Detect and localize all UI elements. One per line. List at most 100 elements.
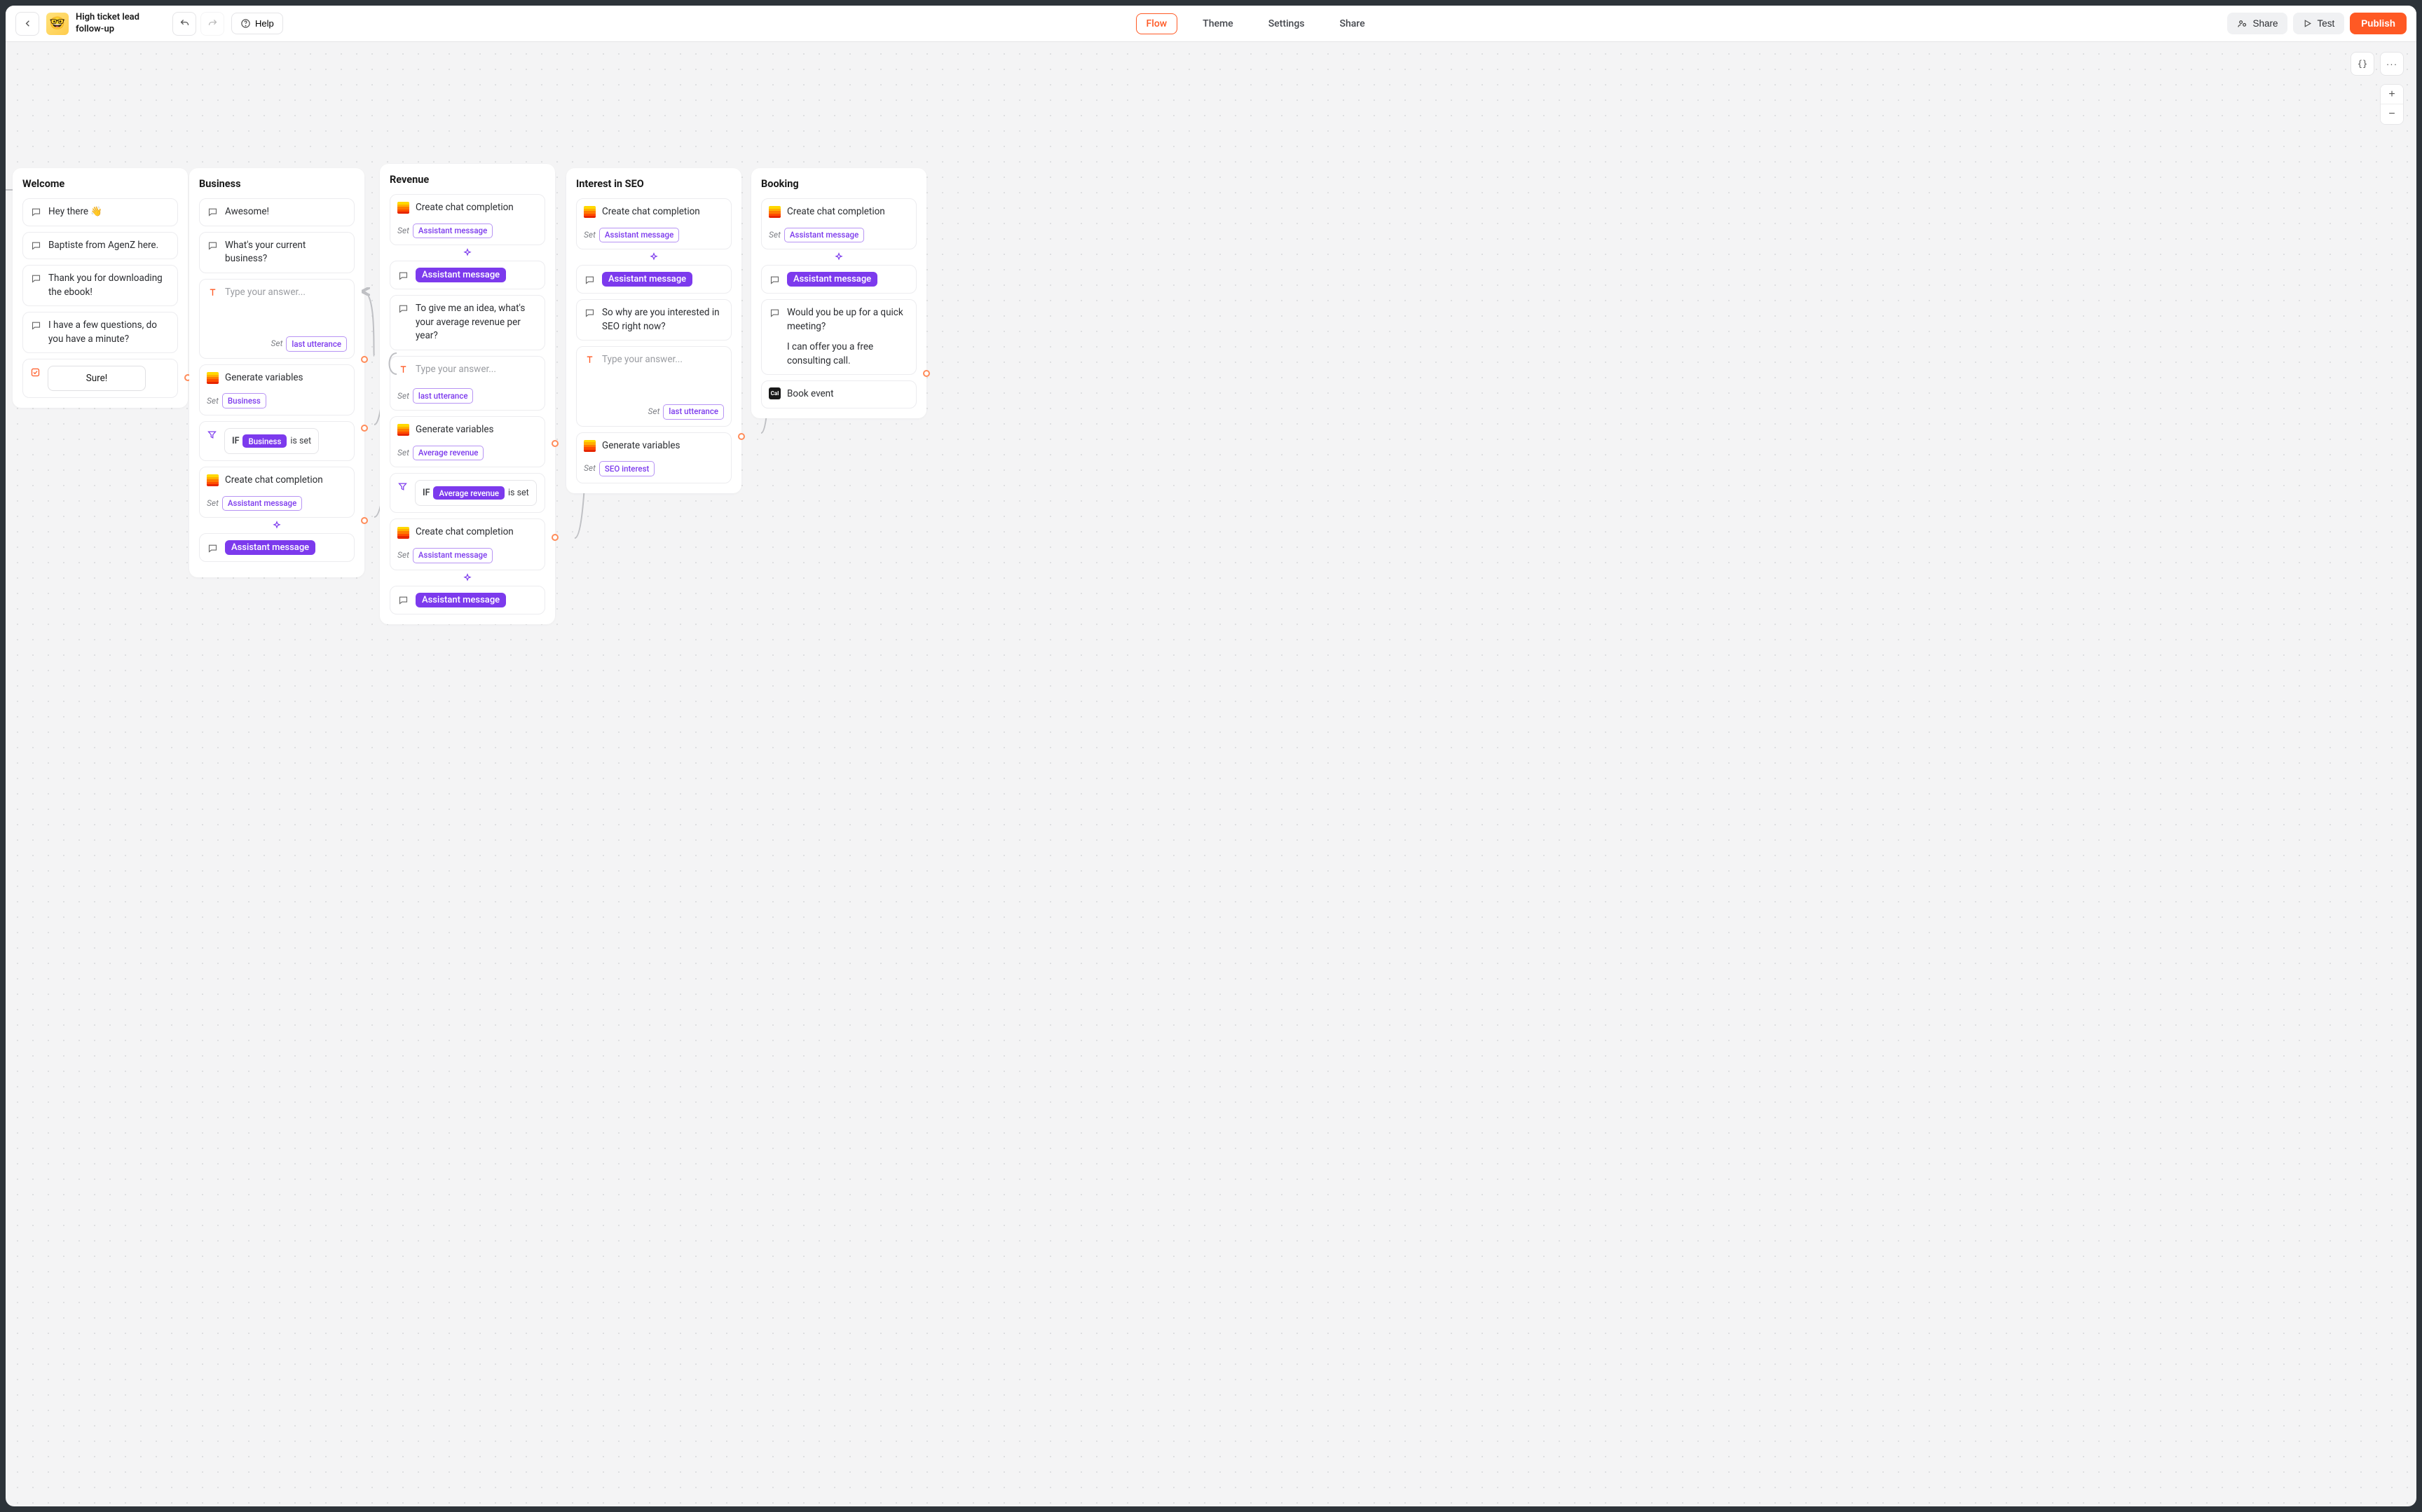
mistral-icon <box>397 527 409 539</box>
action-text: Generate variables <box>416 423 538 437</box>
calendar-icon: Cal <box>769 387 781 399</box>
chat-icon <box>207 240 219 252</box>
chat-icon <box>397 303 409 315</box>
text-input-icon <box>397 364 409 376</box>
chat-icon <box>30 206 42 218</box>
chat-icon <box>584 274 596 286</box>
chat-icon <box>30 273 42 284</box>
zoom-in-button[interactable]: + <box>2381 85 2403 104</box>
chat-icon <box>769 274 781 286</box>
undo-button[interactable] <box>172 12 196 36</box>
node-business[interactable]: Business Awesome! What's your current bu… <box>189 168 364 577</box>
ai-link-icon <box>761 252 917 262</box>
help-button[interactable]: Help <box>231 13 283 34</box>
assistant-message-chip: Assistant message <box>602 272 692 287</box>
code-view-button[interactable]: {} <box>2351 52 2374 76</box>
node-title: Booking <box>761 178 917 190</box>
mistral-icon <box>397 424 409 436</box>
mistral-icon <box>207 474 219 486</box>
var-pill-last-utterance: last utterance <box>663 404 724 420</box>
action-text: Generate variables <box>602 439 724 453</box>
filter-icon <box>206 429 218 441</box>
var-pill-assistant-message: Assistant message <box>599 228 679 243</box>
action-text: Create chat completion <box>787 205 909 219</box>
ai-link-icon <box>199 521 355 530</box>
assistant-message-chip: Assistant message <box>416 593 506 607</box>
tab-flow[interactable]: Flow <box>1136 13 1178 34</box>
set-label: Set <box>397 447 409 459</box>
text-input-icon <box>584 354 596 366</box>
node-title: Revenue <box>390 174 545 186</box>
node-title: Business <box>199 178 355 190</box>
mistral-icon <box>584 440 596 452</box>
message-text: Baptiste from AgenZ here. <box>48 239 170 253</box>
input-placeholder: Type your answer... <box>602 353 683 367</box>
input-placeholder: Type your answer... <box>225 286 306 300</box>
var-pill-business: Business <box>242 434 287 448</box>
topbar: 🤓 High ticket lead follow-up Help Flow T… <box>6 6 2416 42</box>
action-text: Create chat completion <box>602 205 724 219</box>
set-label: Set <box>271 338 283 350</box>
var-pill-last-utterance: last utterance <box>413 388 474 404</box>
is-set-label: is set <box>508 488 529 498</box>
action-text: Book event <box>787 387 909 401</box>
set-label: Set <box>397 549 409 561</box>
var-pill-business: Business <box>222 393 266 408</box>
action-text: Create chat completion <box>416 525 538 539</box>
message-text: Awesome! <box>225 205 347 219</box>
set-label: Set <box>584 229 596 241</box>
tab-share[interactable]: Share <box>1330 14 1375 34</box>
choice-option[interactable]: Sure! <box>48 366 146 391</box>
if-label: IF <box>232 436 239 446</box>
chat-icon <box>30 319 42 331</box>
action-text: Generate variables <box>225 371 347 385</box>
var-pill-assistant-message: Assistant message <box>222 496 302 511</box>
test-button[interactable]: Test <box>2293 13 2344 34</box>
text-input-icon <box>207 287 219 298</box>
chat-icon <box>584 307 596 319</box>
message-text: Would you be up for a quick meeting? <box>787 306 909 334</box>
var-pill-assistant-message: Assistant message <box>784 228 864 243</box>
var-pill-avg-revenue: Average revenue <box>413 446 484 461</box>
node-revenue[interactable]: Revenue Create chat completion Set Assist… <box>380 164 555 624</box>
canvas[interactable]: {} ··· + − Welcome Hey there 👋 Baptiste … <box>6 42 2416 1506</box>
message-text: To give me an idea, what's your average … <box>416 302 538 343</box>
ai-link-icon <box>390 573 545 583</box>
more-menu-button[interactable]: ··· <box>2380 52 2404 76</box>
assistant-message-chip: Assistant message <box>416 268 506 282</box>
set-label: Set <box>207 395 219 407</box>
var-pill-assistant-message: Assistant message <box>413 224 493 239</box>
assistant-message-chip: Assistant message <box>787 272 877 287</box>
share-button[interactable]: Share <box>2227 13 2287 34</box>
redo-button[interactable] <box>200 12 224 36</box>
assistant-message-chip: Assistant message <box>225 540 315 555</box>
node-welcome[interactable]: Welcome Hey there 👋 Baptiste from AgenZ … <box>13 168 188 408</box>
tab-settings[interactable]: Settings <box>1259 14 1315 34</box>
if-label: IF <box>423 488 430 498</box>
bot-avatar: 🤓 <box>46 13 69 35</box>
message-text: I can offer you a free consulting call. <box>787 341 909 368</box>
ai-link-icon <box>576 252 732 262</box>
filter-icon <box>397 481 409 493</box>
chat-icon <box>769 307 781 319</box>
help-label: Help <box>255 18 274 29</box>
ai-link-icon <box>390 248 545 258</box>
test-label: Test <box>2317 18 2334 29</box>
chat-icon <box>397 594 409 606</box>
message-text: I have a few questions, do you have a mi… <box>48 319 170 346</box>
zoom-controls: + − <box>2380 84 2404 125</box>
chat-icon <box>397 270 409 282</box>
publish-button[interactable]: Publish <box>2350 13 2407 34</box>
input-placeholder: Type your answer... <box>416 363 496 377</box>
node-booking[interactable]: Booking Create chat completion SetAssist… <box>751 168 926 418</box>
node-seo[interactable]: Interest in SEO Create chat completion S… <box>566 168 741 493</box>
var-pill-assistant-message: Assistant message <box>413 548 493 563</box>
back-button[interactable] <box>15 12 39 36</box>
set-label: Set <box>397 225 409 237</box>
var-pill-seo-interest: SEO interest <box>599 461 655 476</box>
mistral-icon <box>207 372 219 384</box>
mistral-icon <box>584 206 596 218</box>
zoom-out-button[interactable]: − <box>2381 104 2403 124</box>
mistral-icon <box>769 206 781 218</box>
tab-theme[interactable]: Theme <box>1193 14 1243 34</box>
